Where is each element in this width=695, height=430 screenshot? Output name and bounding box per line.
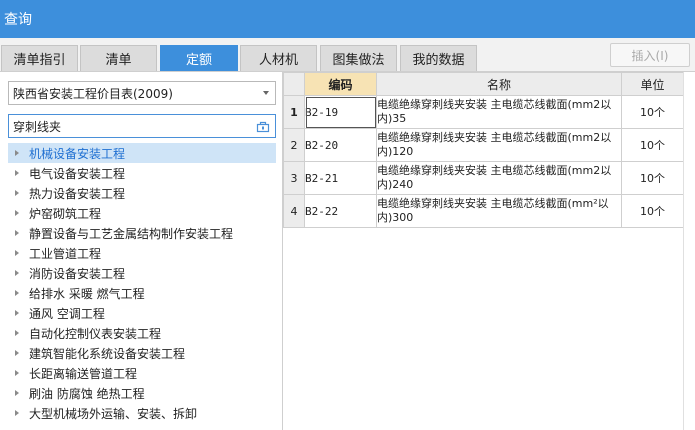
tree-item-label: 给排水 采暖 燃气工程 <box>29 286 145 301</box>
name-cell[interactable]: 电缆绝缘穿刺线夹安装 主电缆芯线截面(mm2以内)120 <box>376 128 622 162</box>
tree-item-label: 工业管道工程 <box>29 246 102 261</box>
tab-list-guide[interactable]: 清单指引 <box>1 45 78 71</box>
tree-item-label: 通风 空调工程 <box>29 306 105 321</box>
unit-cell[interactable]: 10个 <box>621 194 684 228</box>
tree-item-label: 消防设备安装工程 <box>29 266 126 281</box>
tree-item-label: 长距离输送管道工程 <box>29 366 138 381</box>
table-header-row: 编码 名称 单位 <box>283 72 684 96</box>
row-number-cell[interactable]: 1 <box>283 95 305 129</box>
expand-arrow-icon[interactable] <box>15 170 19 176</box>
tree-item[interactable]: 建筑智能化系统设备安装工程 <box>8 343 276 363</box>
expand-arrow-icon[interactable] <box>15 350 19 356</box>
tree-item[interactable]: 通风 空调工程 <box>8 303 276 323</box>
category-tree: 机械设备安装工程 电气设备安装工程 热力设备安装工程 炉窑砌筑工程静置设备与工艺金属结… <box>8 143 276 423</box>
tab-labor-material-machine[interactable]: 人材机 <box>240 45 317 71</box>
tree-item[interactable]: 大型机械场外运输、安装、拆卸 <box>8 403 276 423</box>
tree-item[interactable]: 炉窑砌筑工程 <box>8 203 276 223</box>
tab-my-data[interactable]: 我的数据 <box>400 45 477 71</box>
tree-item[interactable]: 静置设备与工艺金属结构制作安装工程 <box>8 223 276 243</box>
expand-arrow-icon[interactable] <box>15 230 19 236</box>
expand-arrow-icon[interactable] <box>15 410 19 416</box>
code-cell[interactable]: B2-19 <box>304 95 377 129</box>
tree-item[interactable]: 机械设备安装工程 <box>8 143 276 163</box>
tree-item-label: 自动化控制仪表安装工程 <box>29 326 162 341</box>
code-cell[interactable]: B2-20 <box>304 128 377 162</box>
left-panel: 陕西省安装工程价目表(2009) 机械设备安装工程电气设备安装工程热力设备安装工… <box>0 72 283 430</box>
row-number-header <box>283 72 305 96</box>
tree-item-label: 静置设备与工艺金属结构制作安装工程 <box>29 226 234 241</box>
title-bar: 查询 <box>0 0 695 38</box>
tab-atlas-methods[interactable]: 图集做法 <box>320 45 397 71</box>
unit-cell[interactable]: 10个 <box>621 95 684 129</box>
table-row[interactable]: 1 B2-19 电缆绝缘穿刺线夹安装 主电缆芯线截面(mm2以内)35 10个 <box>283 95 684 129</box>
window-title: 查询 <box>4 12 32 28</box>
tree-item[interactable]: 给排水 采暖 燃气工程 <box>8 283 276 303</box>
unit-cell[interactable]: 10个 <box>621 128 684 162</box>
tree-item-label: 机械设备安装工程 <box>29 146 126 161</box>
tab-quota[interactable]: 定额 <box>160 45 238 71</box>
expand-arrow-icon[interactable] <box>15 330 19 336</box>
tree-item[interactable]: 刷油 防腐蚀 绝热工程 <box>8 383 276 403</box>
expand-arrow-icon[interactable] <box>15 370 19 376</box>
chevron-down-icon <box>263 91 269 95</box>
tree-item[interactable]: 工业管道工程 <box>8 243 276 263</box>
tree-item-label: 大型机械场外运输、安装、拆卸 <box>29 406 198 421</box>
code-cell[interactable]: B2-21 <box>304 161 377 195</box>
tree-item[interactable]: 长距离输送管道工程 <box>8 363 276 383</box>
expand-arrow-icon[interactable] <box>15 310 19 316</box>
table-row[interactable]: 3 B2-21 电缆绝缘穿刺线夹安装 主电缆芯线截面(mm2以内)240 10个 <box>283 161 684 195</box>
tree-item[interactable]: 自动化控制仪表安装工程 <box>8 323 276 343</box>
column-header-name[interactable]: 名称 <box>376 72 622 96</box>
row-number-cell[interactable]: 3 <box>283 161 305 195</box>
row-number-cell[interactable]: 2 <box>283 128 305 162</box>
grid-edge-divider <box>683 72 684 430</box>
search-input[interactable] <box>9 115 253 137</box>
tree-item[interactable]: 电气设备安装工程 <box>8 163 276 183</box>
expand-arrow-icon[interactable] <box>15 250 19 256</box>
table-row[interactable]: 2 B2-20 电缆绝缘穿刺线夹安装 主电缆芯线截面(mm2以内)120 10个 <box>283 128 684 162</box>
expand-arrow-icon[interactable] <box>15 150 19 156</box>
insert-button[interactable]: 插入(I) <box>610 43 690 67</box>
name-cell[interactable]: 电缆绝缘穿刺线夹安装 主电缆芯线截面(mm²以内)300 <box>376 194 622 228</box>
row-number-cell[interactable]: 4 <box>283 194 305 228</box>
tree-item-label: 热力设备安装工程 <box>29 186 126 201</box>
price-table-selected-value: 陕西省安装工程价目表(2009) <box>13 86 173 101</box>
search-icon[interactable] <box>256 119 270 133</box>
quota-table: 编码 名称 单位 1 B2-19 电缆绝缘穿刺线夹安装 主电缆芯线截面(mm2以内)… <box>283 72 684 228</box>
column-header-unit[interactable]: 单位 <box>621 72 684 96</box>
tab-bar: 清单指引 清单 定额 人材机 图集做法 我的数据 <box>0 38 695 72</box>
unit-cell[interactable]: 10个 <box>621 161 684 195</box>
tree-item-label: 电气设备安装工程 <box>29 166 126 181</box>
tree-item[interactable]: 热力设备安装工程 <box>8 183 276 203</box>
expand-arrow-icon[interactable] <box>15 190 19 196</box>
name-cell[interactable]: 电缆绝缘穿刺线夹安装 主电缆芯线截面(mm2以内)35 <box>376 95 622 129</box>
expand-arrow-icon[interactable] <box>15 390 19 396</box>
column-header-code[interactable]: 编码 <box>304 72 377 96</box>
price-table-select[interactable]: 陕西省安装工程价目表(2009) <box>8 81 276 105</box>
tab-list[interactable]: 清单 <box>80 45 157 71</box>
expand-arrow-icon[interactable] <box>15 270 19 276</box>
tree-item-label: 刷油 防腐蚀 绝热工程 <box>29 386 145 401</box>
right-panel: 编码 名称 单位 1 B2-19 电缆绝缘穿刺线夹安装 主电缆芯线截面(mm2以内)… <box>283 72 695 430</box>
tree-item-label: 建筑智能化系统设备安装工程 <box>29 346 186 361</box>
table-row[interactable]: 4 B2-22 电缆绝缘穿刺线夹安装 主电缆芯线截面(mm²以内)300 10个 <box>283 194 684 228</box>
search-box[interactable] <box>8 114 276 138</box>
tree-item-label: 炉窑砌筑工程 <box>29 206 102 221</box>
code-cell[interactable]: B2-22 <box>304 194 377 228</box>
tree-item[interactable]: 消防设备安装工程 <box>8 263 276 283</box>
expand-arrow-icon[interactable] <box>15 210 19 216</box>
expand-arrow-icon[interactable] <box>15 290 19 296</box>
name-cell[interactable]: 电缆绝缘穿刺线夹安装 主电缆芯线截面(mm2以内)240 <box>376 161 622 195</box>
